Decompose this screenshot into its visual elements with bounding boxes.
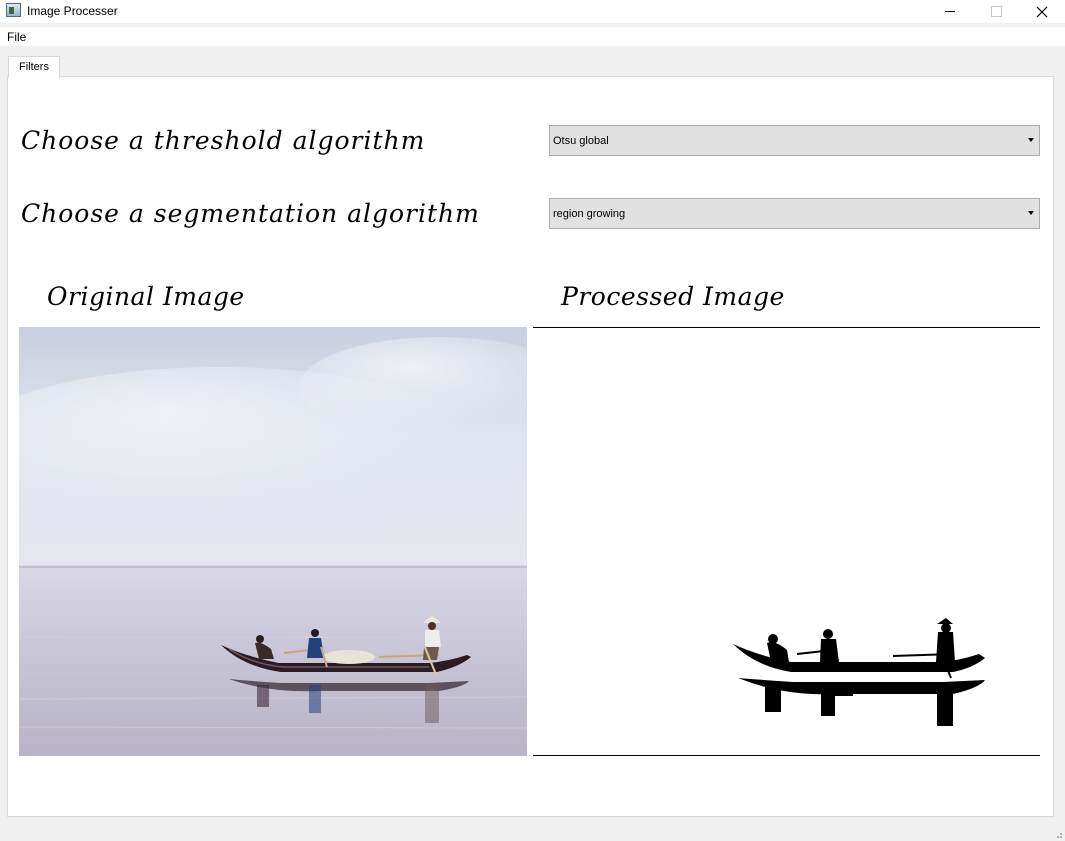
resize-grip-icon[interactable]	[1053, 829, 1063, 839]
segmentation-label: Choose a segmentation algorithm	[21, 199, 480, 228]
close-button[interactable]	[1019, 0, 1065, 23]
maximize-button[interactable]	[973, 0, 1019, 23]
segmentation-select-value: region growing	[553, 208, 626, 220]
menu-bar: File	[0, 27, 1065, 46]
original-image-label: Original Image	[47, 282, 245, 311]
chevron-down-icon	[1028, 138, 1034, 142]
title-bar: Image Processer	[0, 0, 1065, 23]
processed-image-label: Processed Image	[561, 282, 785, 311]
tab-filters[interactable]: Filters	[8, 56, 60, 78]
chevron-down-icon	[1028, 211, 1034, 215]
original-image	[19, 327, 527, 756]
threshold-label: Choose a threshold algorithm	[21, 126, 426, 155]
close-icon	[1036, 6, 1048, 17]
window-title: Image Processer	[27, 4, 118, 18]
processed-image	[533, 327, 1040, 756]
app-icon	[6, 3, 21, 17]
minimize-button[interactable]	[927, 0, 973, 23]
threshold-select[interactable]: Otsu global	[549, 125, 1040, 156]
menu-file[interactable]: File	[7, 30, 26, 44]
threshold-select-value: Otsu global	[553, 135, 609, 147]
segmentation-select[interactable]: region growing	[549, 198, 1040, 229]
